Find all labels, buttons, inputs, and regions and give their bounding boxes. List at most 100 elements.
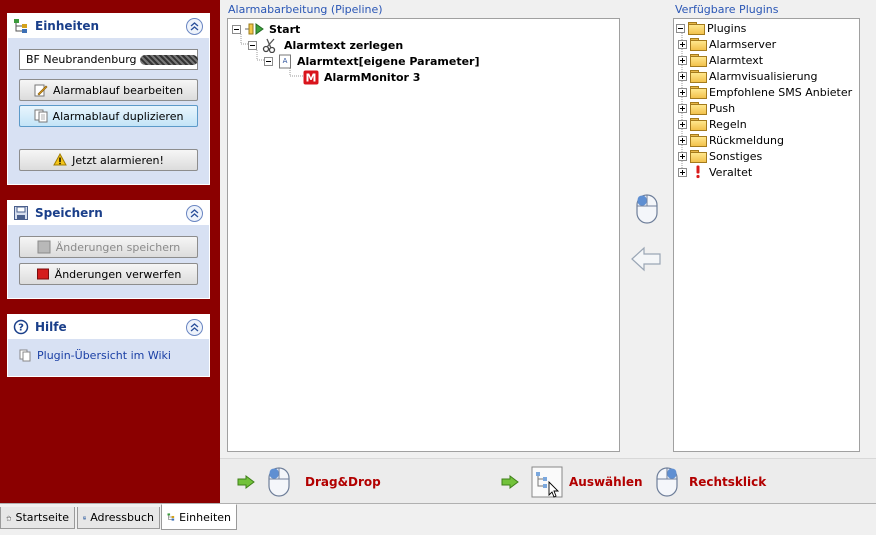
units-panel-header[interactable]: Einheiten bbox=[8, 14, 209, 38]
duplicate-alarm-flow-button[interactable]: Alarmablauf duplizieren bbox=[19, 105, 198, 127]
drag-drop-label: Drag&Drop bbox=[305, 475, 381, 489]
tree-node-start[interactable]: Start bbox=[232, 21, 300, 37]
discard-changes-button[interactable]: Änderungen verwerfen bbox=[19, 263, 198, 285]
tab-einheiten[interactable]: Einheiten bbox=[161, 504, 237, 530]
expand-icon[interactable] bbox=[678, 135, 687, 145]
save-panel-title: Speichern bbox=[35, 206, 103, 220]
plugin-folder-regeln[interactable]: Regeln bbox=[678, 116, 747, 132]
svg-text:A: A bbox=[283, 57, 288, 65]
svg-text:M: M bbox=[306, 71, 317, 84]
tab-adressbuch[interactable]: Adressbuch bbox=[77, 507, 160, 529]
tab-startseite-label: Startseite bbox=[15, 511, 69, 524]
units-panel: Einheiten BF Neubrandenburg --- Alarmabl… bbox=[7, 13, 210, 185]
right-click-hint: Rechtsklick bbox=[655, 466, 766, 498]
save-panel: Speichern Änderungen speichern Änderunge… bbox=[7, 200, 210, 299]
plugins-root[interactable]: Plugins bbox=[676, 20, 746, 36]
folder-icon bbox=[690, 118, 707, 131]
discard-changes-label: Änderungen verwerfen bbox=[54, 267, 182, 281]
sidebar: Einheiten BF Neubrandenburg --- Alarmabl… bbox=[0, 0, 220, 503]
collapse-start-icon[interactable] bbox=[232, 24, 241, 34]
expand-icon[interactable] bbox=[678, 71, 687, 81]
expand-icon[interactable] bbox=[678, 151, 687, 161]
collapse-alarmtext-icon[interactable] bbox=[264, 56, 273, 66]
unit-select[interactable]: BF Neubrandenburg --- bbox=[19, 49, 198, 70]
folder-icon bbox=[688, 22, 705, 35]
plugin-folder-alarmtext[interactable]: Alarmtext bbox=[678, 52, 763, 68]
plugin-folder-label: Empfohlene SMS Anbieter bbox=[709, 85, 853, 99]
copy-icon bbox=[34, 109, 48, 123]
plugins-root-label: Plugins bbox=[707, 21, 747, 35]
pipeline-tree[interactable]: Start Alarmtext zerlegen A Alarmtext[eig… bbox=[227, 18, 620, 452]
mouse-icon bbox=[268, 467, 290, 497]
start-icon bbox=[245, 23, 264, 35]
plugins-tree[interactable]: Plugins Alarmserver Alarmtext Alarmvisua… bbox=[673, 18, 860, 452]
mouse-icon bbox=[636, 194, 658, 224]
units-panel-title: Einheiten bbox=[35, 19, 100, 33]
warning-icon bbox=[53, 153, 67, 166]
folder-icon bbox=[690, 150, 707, 163]
plugin-folder-alarmserver[interactable]: Alarmserver bbox=[678, 36, 776, 52]
plugin-folder-push[interactable]: Push bbox=[678, 100, 735, 116]
tree-node-monitor[interactable]: M AlarmMonitor 3 bbox=[303, 69, 420, 85]
expand-icon[interactable] bbox=[678, 39, 687, 49]
expand-icon[interactable] bbox=[678, 119, 687, 129]
plugin-wiki-link[interactable]: Plugin-Übersicht im Wiki bbox=[19, 349, 198, 362]
help-panel-header[interactable]: ? Hilfe bbox=[8, 315, 209, 339]
edit-alarm-flow-label: Alarmablauf bearbeiten bbox=[52, 83, 184, 97]
expand-icon[interactable] bbox=[678, 87, 687, 97]
plugin-folder-alarmvisualisierung[interactable]: Alarmvisualisierung bbox=[678, 68, 818, 84]
plugins-title: Verfügbare Plugins bbox=[675, 3, 779, 16]
drag-drop-hint: Drag&Drop bbox=[237, 466, 381, 498]
floppy-disk-icon bbox=[14, 206, 28, 220]
plugin-folder-sms[interactable]: Empfohlene SMS Anbieter bbox=[678, 84, 852, 100]
right-click-label: Rechtsklick bbox=[689, 475, 767, 489]
expand-icon[interactable] bbox=[678, 103, 687, 113]
folder-icon bbox=[690, 54, 707, 67]
tree-node-alarmtext[interactable]: A Alarmtext[eigene Parameter] bbox=[264, 53, 480, 69]
plugin-folder-label: Push bbox=[709, 101, 736, 115]
folder-icon bbox=[690, 102, 707, 115]
pipeline-title: Alarmabarbeitung (Pipeline) bbox=[228, 3, 383, 16]
tree-node-start-label: Start bbox=[269, 22, 301, 36]
address-book-icon bbox=[83, 516, 86, 519]
help-panel: ? Hilfe Plugin-Übersicht im Wiki bbox=[7, 314, 210, 377]
collapse-units-icon[interactable] bbox=[186, 17, 203, 35]
expand-icon[interactable] bbox=[678, 55, 687, 65]
hint-bar: Drag&Drop Auswählen Rechtsklick bbox=[220, 458, 876, 503]
tree-node-monitor-label: AlarmMonitor 3 bbox=[324, 70, 421, 84]
save-disabled-icon bbox=[37, 240, 51, 254]
expand-icon[interactable] bbox=[678, 167, 687, 177]
folder-icon bbox=[690, 38, 707, 51]
document-icon bbox=[19, 349, 31, 362]
redacted-scribble bbox=[140, 55, 198, 65]
folder-icon bbox=[690, 70, 707, 83]
arrow-right-icon bbox=[237, 475, 255, 489]
edit-alarm-flow-button[interactable]: Alarmablauf bearbeiten bbox=[19, 79, 198, 101]
save-panel-body: Änderungen speichern Änderungen verwerfe… bbox=[8, 225, 209, 293]
tab-adressbuch-label: Adressbuch bbox=[90, 511, 154, 524]
arrow-left-icon[interactable] bbox=[630, 246, 662, 272]
arrow-right-icon bbox=[501, 475, 519, 489]
tree-node-split[interactable]: Alarmtext zerlegen bbox=[248, 37, 403, 53]
plugin-folder-sonstiges[interactable]: Sonstiges bbox=[678, 148, 762, 164]
collapse-save-icon[interactable] bbox=[186, 204, 203, 222]
home-icon bbox=[6, 515, 12, 521]
save-changes-button[interactable]: Änderungen speichern bbox=[19, 236, 198, 258]
text-document-icon: A bbox=[279, 54, 291, 68]
plugin-folder-label: Sonstiges bbox=[709, 149, 763, 163]
plugin-folder-veraltet[interactable]: Veraltet bbox=[678, 164, 752, 180]
plugin-folder-rueckmeldung[interactable]: Rückmeldung bbox=[678, 132, 784, 148]
tab-einheiten-label: Einheiten bbox=[179, 510, 231, 524]
collapse-split-icon[interactable] bbox=[248, 40, 257, 50]
alarm-now-label: Jetzt alarmieren! bbox=[72, 153, 164, 167]
units-panel-body: BF Neubrandenburg --- Alarmablauf bearbe… bbox=[8, 38, 209, 179]
plugin-wiki-link-label: Plugin-Übersicht im Wiki bbox=[37, 349, 171, 362]
collapse-help-icon[interactable] bbox=[186, 318, 203, 336]
collapse-plugins-root-icon[interactable] bbox=[676, 23, 685, 33]
tab-bar: Startseite Adressbuch Einheiten bbox=[0, 503, 876, 535]
svg-text:?: ? bbox=[18, 323, 24, 334]
alarm-now-button[interactable]: Jetzt alarmieren! bbox=[19, 149, 198, 171]
tab-startseite[interactable]: Startseite bbox=[0, 507, 75, 529]
save-changes-label: Änderungen speichern bbox=[55, 240, 181, 254]
save-panel-header[interactable]: Speichern bbox=[8, 201, 209, 225]
